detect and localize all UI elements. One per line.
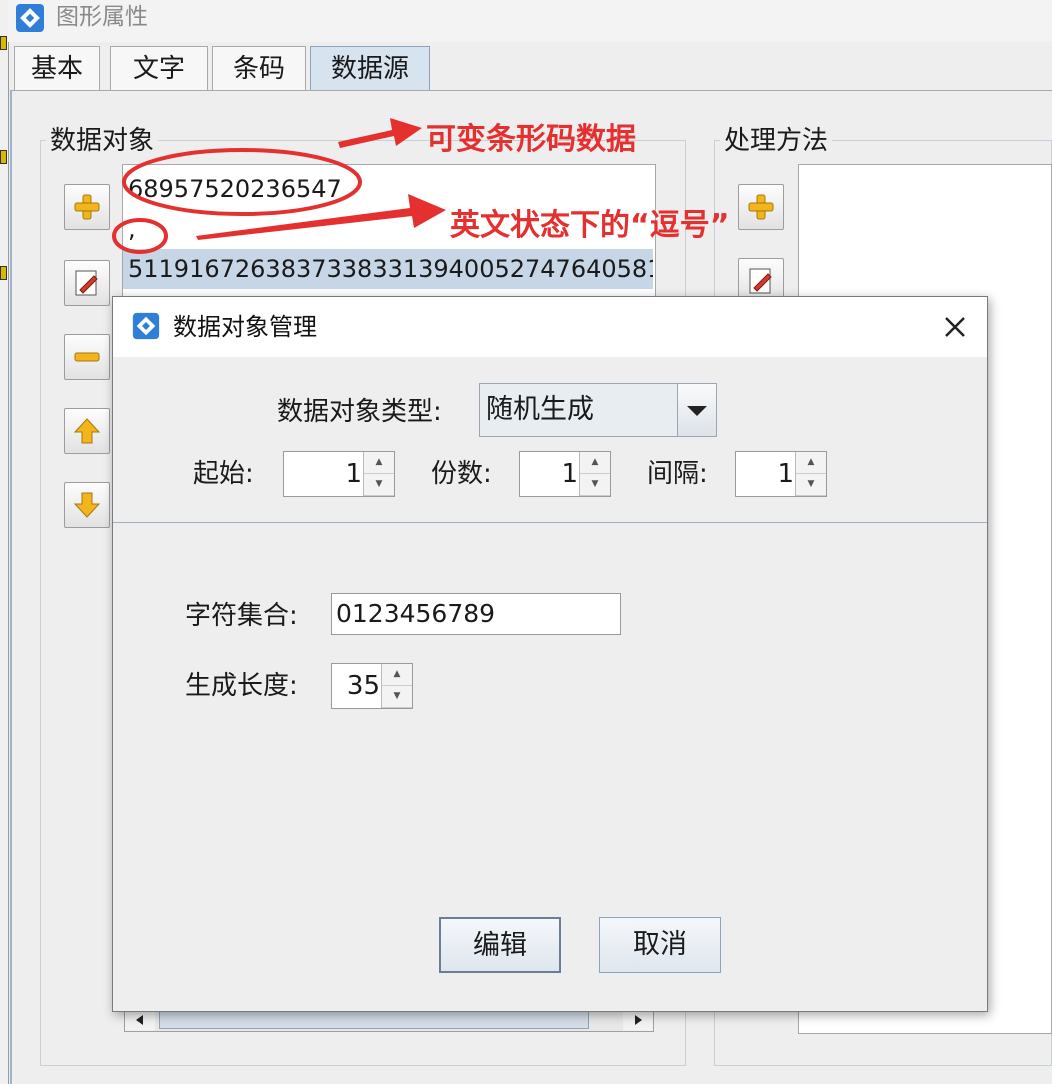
interval-spinner[interactable]: 1 ▲ ▼ [735, 451, 827, 497]
copies-spinner[interactable]: 1 ▲ ▼ [519, 451, 611, 497]
spin-up-icon[interactable]: ▲ [796, 452, 826, 474]
start-spinner[interactable]: 1 ▲ ▼ [283, 451, 395, 497]
annotation-arrow [196, 194, 446, 240]
scroll-right-arrow-icon[interactable] [623, 1009, 653, 1031]
remove-button[interactable] [64, 334, 110, 380]
start-label: 起始: [193, 459, 254, 489]
copies-label: 份数: [431, 459, 492, 489]
type-select-value: 随机生成 [486, 394, 594, 425]
length-spinner[interactable]: 35 ▲ ▼ [331, 663, 413, 709]
down-arrow-icon [73, 492, 101, 518]
spin-down-icon[interactable]: ▼ [382, 686, 412, 708]
spin-down-icon[interactable]: ▼ [580, 474, 610, 496]
chevron-down-icon[interactable] [677, 384, 716, 436]
start-value: 1 [345, 459, 362, 489]
annotation-ellipse [112, 218, 168, 254]
copies-value: 1 [561, 459, 578, 489]
annotation-comma: 英文状态下的“逗号” [450, 208, 730, 243]
dialog-divider [113, 522, 987, 523]
spin-down-icon[interactable]: ▼ [796, 474, 826, 496]
spin-up-icon[interactable]: ▲ [382, 664, 412, 686]
cancel-button[interactable]: 取消 [599, 917, 721, 973]
annotation-ellipse [122, 148, 362, 216]
up-arrow-icon [73, 418, 101, 444]
move-down-button[interactable] [64, 482, 110, 528]
type-label: 数据对象类型: [277, 397, 442, 427]
annotation-arrow [338, 118, 422, 148]
app-logo-icon [132, 312, 160, 340]
edit-button[interactable]: 编辑 [439, 917, 561, 973]
spin-up-icon[interactable]: ▲ [364, 452, 394, 474]
length-value: 35 [346, 671, 380, 701]
remove-icon [74, 352, 100, 362]
scroll-left-arrow-icon[interactable] [125, 1009, 155, 1031]
annotation-variable-barcode: 可变条形码数据 [426, 122, 636, 157]
spin-down-icon[interactable]: ▼ [364, 474, 394, 496]
move-up-button[interactable] [64, 408, 110, 454]
length-label: 生成长度: [185, 671, 298, 701]
charset-input[interactable]: 0123456789 [331, 593, 621, 635]
interval-label: 间隔: [647, 459, 708, 489]
dialog-title: 数据对象管理 [173, 313, 317, 341]
spin-up-icon[interactable]: ▲ [580, 452, 610, 474]
scroll-thumb[interactable] [159, 1011, 589, 1029]
data-object-manager-dialog: 数据对象管理 数据对象类型: 随机生成 起始: 1 ▲ ▼ 份数: 1 ▲ ▼ 间隔… [112, 296, 988, 1012]
close-icon[interactable] [939, 311, 971, 343]
interval-value: 1 [777, 459, 794, 489]
type-select[interactable]: 随机生成 [479, 383, 717, 437]
charset-label: 字符集合: [185, 601, 298, 631]
